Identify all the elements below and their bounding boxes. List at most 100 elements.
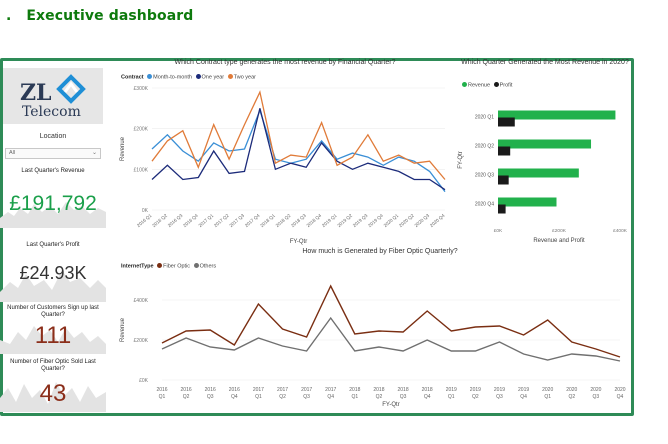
- legend-item[interactable]: One year: [202, 74, 225, 80]
- x-tick-label: 2019 Q1: [321, 213, 338, 228]
- contract-revenue-chart[interactable]: 0K£100K£200K£300KRevenue2016 Q12016 Q220…: [110, 82, 450, 248]
- y-tick-label: £200K: [134, 338, 149, 344]
- kpi-signup-value: 111: [34, 322, 72, 349]
- fiber-chart-legend: InternetType Fiber Optic Others: [121, 263, 216, 269]
- fiber-revenue-chart[interactable]: £0K£200K£400KRevenue2016Q12016Q22016Q320…: [110, 272, 630, 414]
- x-tick-year: 2020: [590, 387, 601, 393]
- series-line: [151, 90, 446, 180]
- x-tick-label: 2017 Q3: [228, 213, 245, 228]
- revenue-bar: [498, 110, 616, 120]
- profit-bar: [498, 204, 506, 214]
- x-tick-year: 2017: [277, 387, 288, 393]
- x-tick-label: 2016 Q1: [136, 213, 153, 228]
- x-tick-label: 2018 Q3: [290, 213, 307, 228]
- x-tick-label: £200K: [552, 228, 567, 234]
- title-text: Executive dashboard: [26, 8, 194, 24]
- x-tick-year: 2018: [373, 387, 384, 393]
- x-tick-year: 2019: [470, 387, 481, 393]
- x-tick-label: 2016 Q4: [182, 213, 199, 228]
- kpi-fiber-value: 43: [39, 380, 67, 407]
- x-tick-quarter: Q2: [472, 394, 479, 400]
- contract-chart-legend: Contract Month-to-month One year Two yea…: [121, 74, 256, 80]
- x-tick-year: 2020: [566, 387, 577, 393]
- y-tick-label: £300K: [134, 86, 149, 92]
- x-tick-label: 2020 Q1: [383, 213, 400, 228]
- x-tick-year: 2019: [446, 387, 457, 393]
- x-tick-quarter: Q1: [448, 394, 455, 400]
- x-tick-label: £0K: [494, 228, 503, 234]
- legend-item[interactable]: Two year: [234, 74, 256, 80]
- y-tick-label: 2020 Q4: [475, 202, 494, 208]
- x-tick-quarter: Q1: [352, 394, 359, 400]
- y-tick-label: £100K: [134, 167, 149, 173]
- x-tick-label: 2019 Q4: [367, 213, 384, 228]
- revenue-bar: [498, 197, 557, 207]
- kpi-signup-label: Number of Customers Sign up last Quarter…: [7, 305, 99, 318]
- x-tick-year: 2020: [542, 387, 553, 393]
- x-tick-label: 2016 Q3: [167, 213, 184, 228]
- legend-item[interactable]: Month-to-month: [153, 74, 192, 80]
- x-axis-label: FY-Qtr: [382, 402, 399, 408]
- legend-item[interactable]: Fiber Optic: [163, 263, 190, 269]
- slicer-value: All: [9, 150, 16, 156]
- x-tick-year: 2019: [494, 387, 505, 393]
- x-tick-quarter: Q2: [376, 394, 383, 400]
- x-tick-year: 2018: [397, 387, 408, 393]
- legend-dot: [462, 82, 467, 87]
- legend-item[interactable]: Revenue: [468, 82, 490, 88]
- x-tick-year: 2017: [253, 387, 264, 393]
- x-tick-label: 2020 Q3: [414, 213, 431, 228]
- revenue-bar: [498, 139, 592, 149]
- profit-bar: [498, 175, 509, 185]
- x-tick-label: 2017 Q1: [198, 213, 215, 228]
- y-axis-label: Revenue: [120, 317, 126, 342]
- location-label: Location: [39, 133, 67, 140]
- x-tick-quarter: Q2: [183, 394, 190, 400]
- y-tick-label: £200K: [134, 127, 149, 133]
- x-tick-quarter: Q3: [400, 394, 407, 400]
- profit-bar: [498, 117, 515, 127]
- x-tick-year: 2016: [156, 387, 167, 393]
- series-line: [151, 108, 446, 193]
- x-tick-year: 2016: [205, 387, 216, 393]
- logo-mark-icon: [56, 74, 86, 104]
- revenue-bar: [498, 168, 579, 178]
- legend-title: Contract: [121, 74, 144, 81]
- logo-sub: Telecom: [22, 104, 81, 120]
- x-tick-year: 2019: [518, 387, 529, 393]
- x-tick-quarter: Q1: [159, 394, 166, 400]
- x-tick-quarter: Q4: [424, 394, 431, 400]
- y-tick-label: 2020 Q2: [475, 144, 494, 150]
- x-tick-year: 2016: [181, 387, 192, 393]
- y-tick-label: 0K: [142, 208, 149, 214]
- chevron-down-icon[interactable]: ⌄: [92, 149, 97, 158]
- legend-dot: [195, 74, 201, 79]
- x-tick-label: 2020 Q4: [429, 213, 446, 228]
- x-tick-label: 2020 Q2: [398, 213, 415, 228]
- quarter-chart-legend: Revenue Profit: [460, 82, 512, 88]
- x-tick-label: 2017 Q4: [244, 213, 261, 228]
- contract-chart-title: Which Contract type generates the most r…: [174, 59, 396, 66]
- title-bullet: .: [6, 8, 12, 24]
- kpi-profit-value: £24.93K: [19, 263, 87, 283]
- location-slicer[interactable]: All ⌄: [5, 148, 101, 159]
- quarter-revenue-chart[interactable]: FY-Qtr £0K £200K £400K Revenue and Profit 202…: [452, 92, 632, 248]
- legend-dot: [147, 74, 153, 79]
- x-tick-quarter: Q4: [327, 394, 334, 400]
- series-line: [161, 316, 621, 362]
- x-tick-quarter: Q1: [255, 394, 262, 400]
- y-tick-label: £400K: [134, 298, 149, 304]
- logo-brand: ZL: [20, 80, 52, 106]
- legend-item[interactable]: Others: [200, 263, 217, 269]
- legend-item[interactable]: Profit: [500, 82, 513, 88]
- page-title: . Executive dashboard: [6, 8, 193, 24]
- x-tick-label: 2019 Q2: [336, 213, 353, 228]
- x-tick-year: 2020: [614, 387, 625, 393]
- legend-dot: [227, 74, 233, 79]
- x-tick-label: 2018 Q4: [306, 213, 323, 228]
- kpi-profit-label: Last Quarter's Profit: [26, 242, 80, 248]
- legend-dot: [157, 263, 163, 268]
- x-tick-quarter: Q4: [231, 394, 238, 400]
- x-tick-quarter: Q3: [496, 394, 503, 400]
- x-tick-quarter: Q3: [303, 394, 310, 400]
